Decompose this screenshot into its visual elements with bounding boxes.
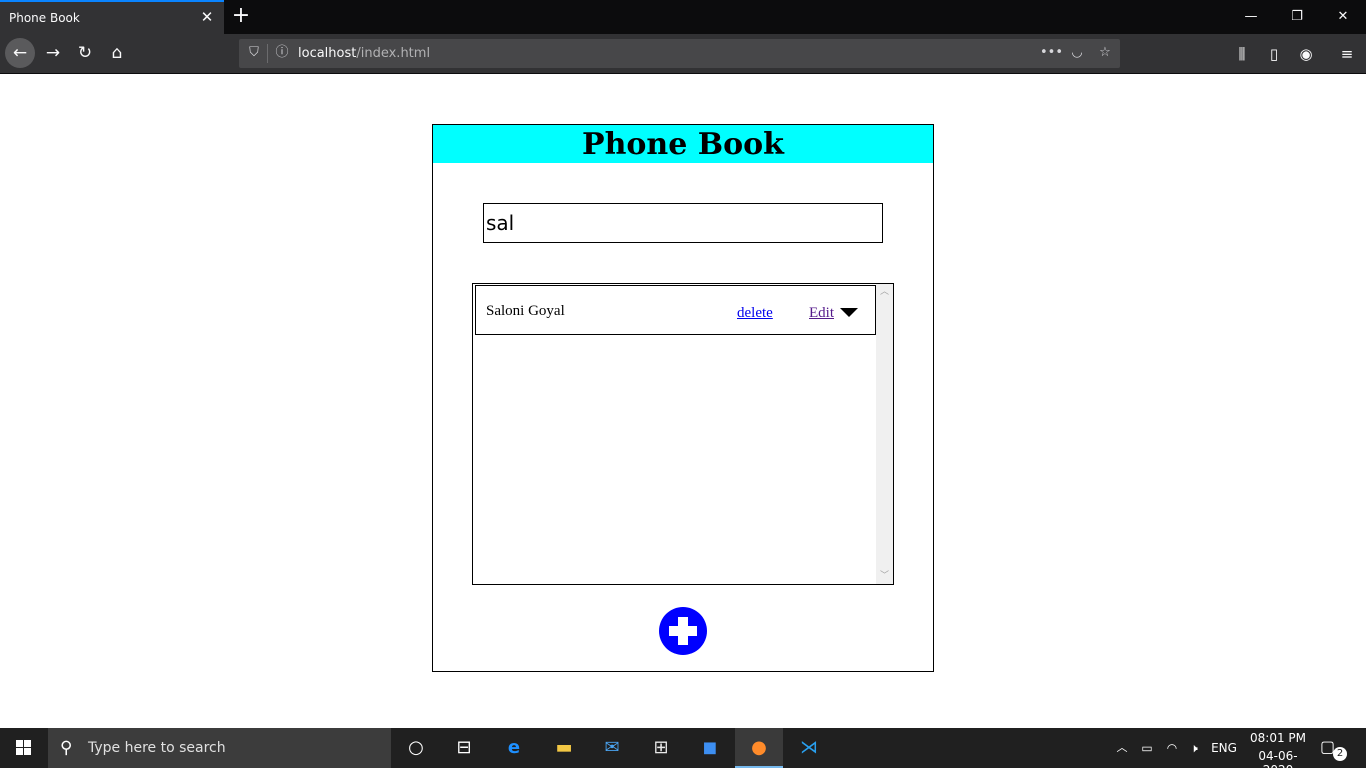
cortana-icon[interactable]: ○	[392, 728, 440, 768]
scroll-up-icon[interactable]: ︿	[876, 284, 893, 300]
page-actions-icon[interactable]: •••	[1040, 44, 1063, 62]
scroll-down-icon[interactable]: ﹀	[876, 568, 893, 584]
taskbar-search-placeholder: Type here to search	[88, 740, 226, 756]
vscode-icon[interactable]: ⋊	[785, 728, 833, 768]
restore-icon[interactable]: ❐	[1274, 0, 1320, 34]
add-contact-button[interactable]	[659, 607, 707, 655]
sidebar-icon[interactable]: ▯	[1264, 44, 1284, 64]
url-text[interactable]: localhost/index.html	[298, 46, 430, 61]
battery-icon[interactable]: ▭	[1137, 728, 1157, 768]
menu-icon[interactable]: ≡	[1337, 44, 1357, 64]
page-header: Phone Book	[433, 125, 933, 163]
tab-strip: Phone Book ✕ + — ❐ ✕	[0, 0, 1366, 34]
library-icon[interactable]: ⫼	[1232, 44, 1252, 64]
url-path: /index.html	[356, 46, 431, 61]
tracking-shield-icon[interactable]: ⛉	[245, 44, 263, 62]
windows-start-icon[interactable]	[0, 728, 48, 768]
pocket-icon[interactable]: ◡	[1068, 44, 1086, 62]
window-close-icon[interactable]: ✕	[1320, 0, 1366, 34]
notification-count-badge: 2	[1333, 747, 1347, 761]
search-input[interactable]	[483, 203, 883, 243]
contact-list[interactable]: Saloni Goyal delete Edit ︿ ﹀	[472, 283, 894, 585]
file-explorer-icon[interactable]: ▬	[540, 728, 588, 768]
site-info-icon[interactable]: ⓘ	[273, 44, 291, 62]
phone-book-card: Phone Book Saloni Goyal delete Edit ︿ ﹀	[432, 124, 934, 672]
minimize-icon[interactable]: —	[1228, 0, 1274, 34]
close-tab-icon[interactable]: ✕	[198, 8, 216, 26]
taskbar: ⚲ Type here to search ○ ⊟ e ▬ ✉ ⊞ ◼ ● ⋊ …	[0, 728, 1366, 777]
reload-icon[interactable]: ↻	[70, 38, 100, 68]
delete-link[interactable]: delete	[737, 305, 773, 322]
edit-link[interactable]: Edit	[809, 305, 834, 322]
volume-muted-icon[interactable]: 🕨	[1184, 728, 1204, 768]
wifi-icon[interactable]: ◠	[1162, 728, 1182, 768]
firefox-icon[interactable]: ●	[735, 728, 783, 768]
plus-icon-vertical	[678, 617, 688, 645]
tab-phone-book[interactable]: Phone Book ✕	[0, 0, 224, 34]
language-indicator[interactable]: ENG	[1208, 728, 1240, 768]
account-icon[interactable]: ◉	[1296, 44, 1316, 64]
expand-caret-icon[interactable]	[840, 308, 858, 317]
home-icon[interactable]: ⌂	[102, 38, 132, 68]
url-separator	[267, 44, 268, 63]
back-icon[interactable]: ←	[5, 38, 35, 68]
bookmark-star-icon[interactable]: ☆	[1096, 44, 1114, 62]
tab-title: Phone Book	[9, 11, 80, 25]
new-tab-icon[interactable]: +	[231, 5, 251, 27]
list-scrollbar[interactable]: ︿ ﹀	[876, 284, 893, 584]
page-title: Phone Book	[582, 127, 784, 162]
show-hidden-icons-icon[interactable]: ︿	[1112, 728, 1132, 768]
url-host: localhost	[298, 46, 357, 61]
contact-name: Saloni Goyal	[486, 303, 565, 319]
contact-row: Saloni Goyal delete Edit	[475, 285, 876, 335]
clock-date[interactable]: 04-06-2020	[1246, 749, 1310, 777]
forward-icon[interactable]: →	[38, 38, 68, 68]
zoom-icon[interactable]: ◼	[686, 728, 734, 768]
url-bar[interactable]: ⛉ ⓘ localhost/index.html ••• ◡ ☆	[239, 39, 1120, 68]
search-icon: ⚲	[60, 738, 73, 758]
task-view-icon[interactable]: ⊟	[440, 728, 488, 768]
navigation-toolbar: ← → ↻ ⌂ ⛉ ⓘ localhost/index.html ••• ◡ ☆…	[0, 34, 1366, 74]
clock-time[interactable]: 08:01 PM	[1250, 731, 1306, 745]
edge-icon[interactable]: e	[490, 728, 538, 768]
store-icon[interactable]: ⊞	[637, 728, 685, 768]
mail-icon[interactable]: ✉	[588, 728, 636, 768]
taskbar-search[interactable]: ⚲ Type here to search	[48, 728, 391, 768]
